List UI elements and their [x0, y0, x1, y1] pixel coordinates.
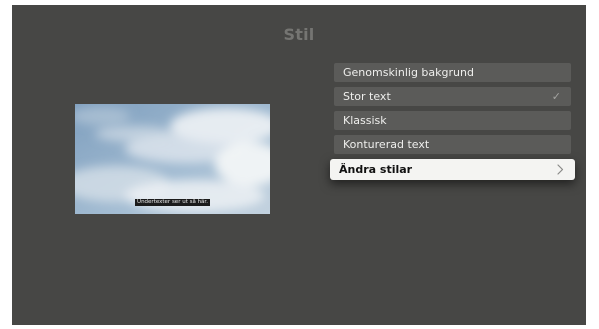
tv-screen: Stil Undertexter ser ut så här. Genomski…	[12, 5, 586, 325]
caption-text: Undertexter ser ut så här.	[135, 199, 210, 206]
subtitle-preview: Undertexter ser ut så här.	[75, 104, 270, 214]
menu-item-stor-text[interactable]: Stor text ✓	[334, 87, 571, 106]
menu-item-label: Genomskinlig bakgrund	[343, 66, 474, 79]
menu-item-label: Konturerad text	[343, 138, 430, 151]
checkmark-icon: ✓	[551, 90, 561, 103]
menu-item-label: Klassisk	[343, 114, 387, 127]
menu-item-klassisk[interactable]: Klassisk	[334, 111, 571, 130]
style-menu: Genomskinlig bakgrund Stor text ✓ Klassi…	[330, 63, 575, 185]
menu-item-label: Stor text	[343, 90, 391, 103]
caption-box: Undertexter ser ut så här.	[75, 198, 270, 206]
menu-item-konturerad-text[interactable]: Konturerad text	[334, 135, 571, 154]
chevron-right-icon	[557, 164, 564, 175]
change-styles-button[interactable]: Ändra stilar	[330, 159, 575, 180]
change-styles-label: Ändra stilar	[339, 163, 413, 176]
page-title: Stil	[283, 25, 315, 44]
menu-item-genomskinlig-bakgrund[interactable]: Genomskinlig bakgrund	[334, 63, 571, 82]
